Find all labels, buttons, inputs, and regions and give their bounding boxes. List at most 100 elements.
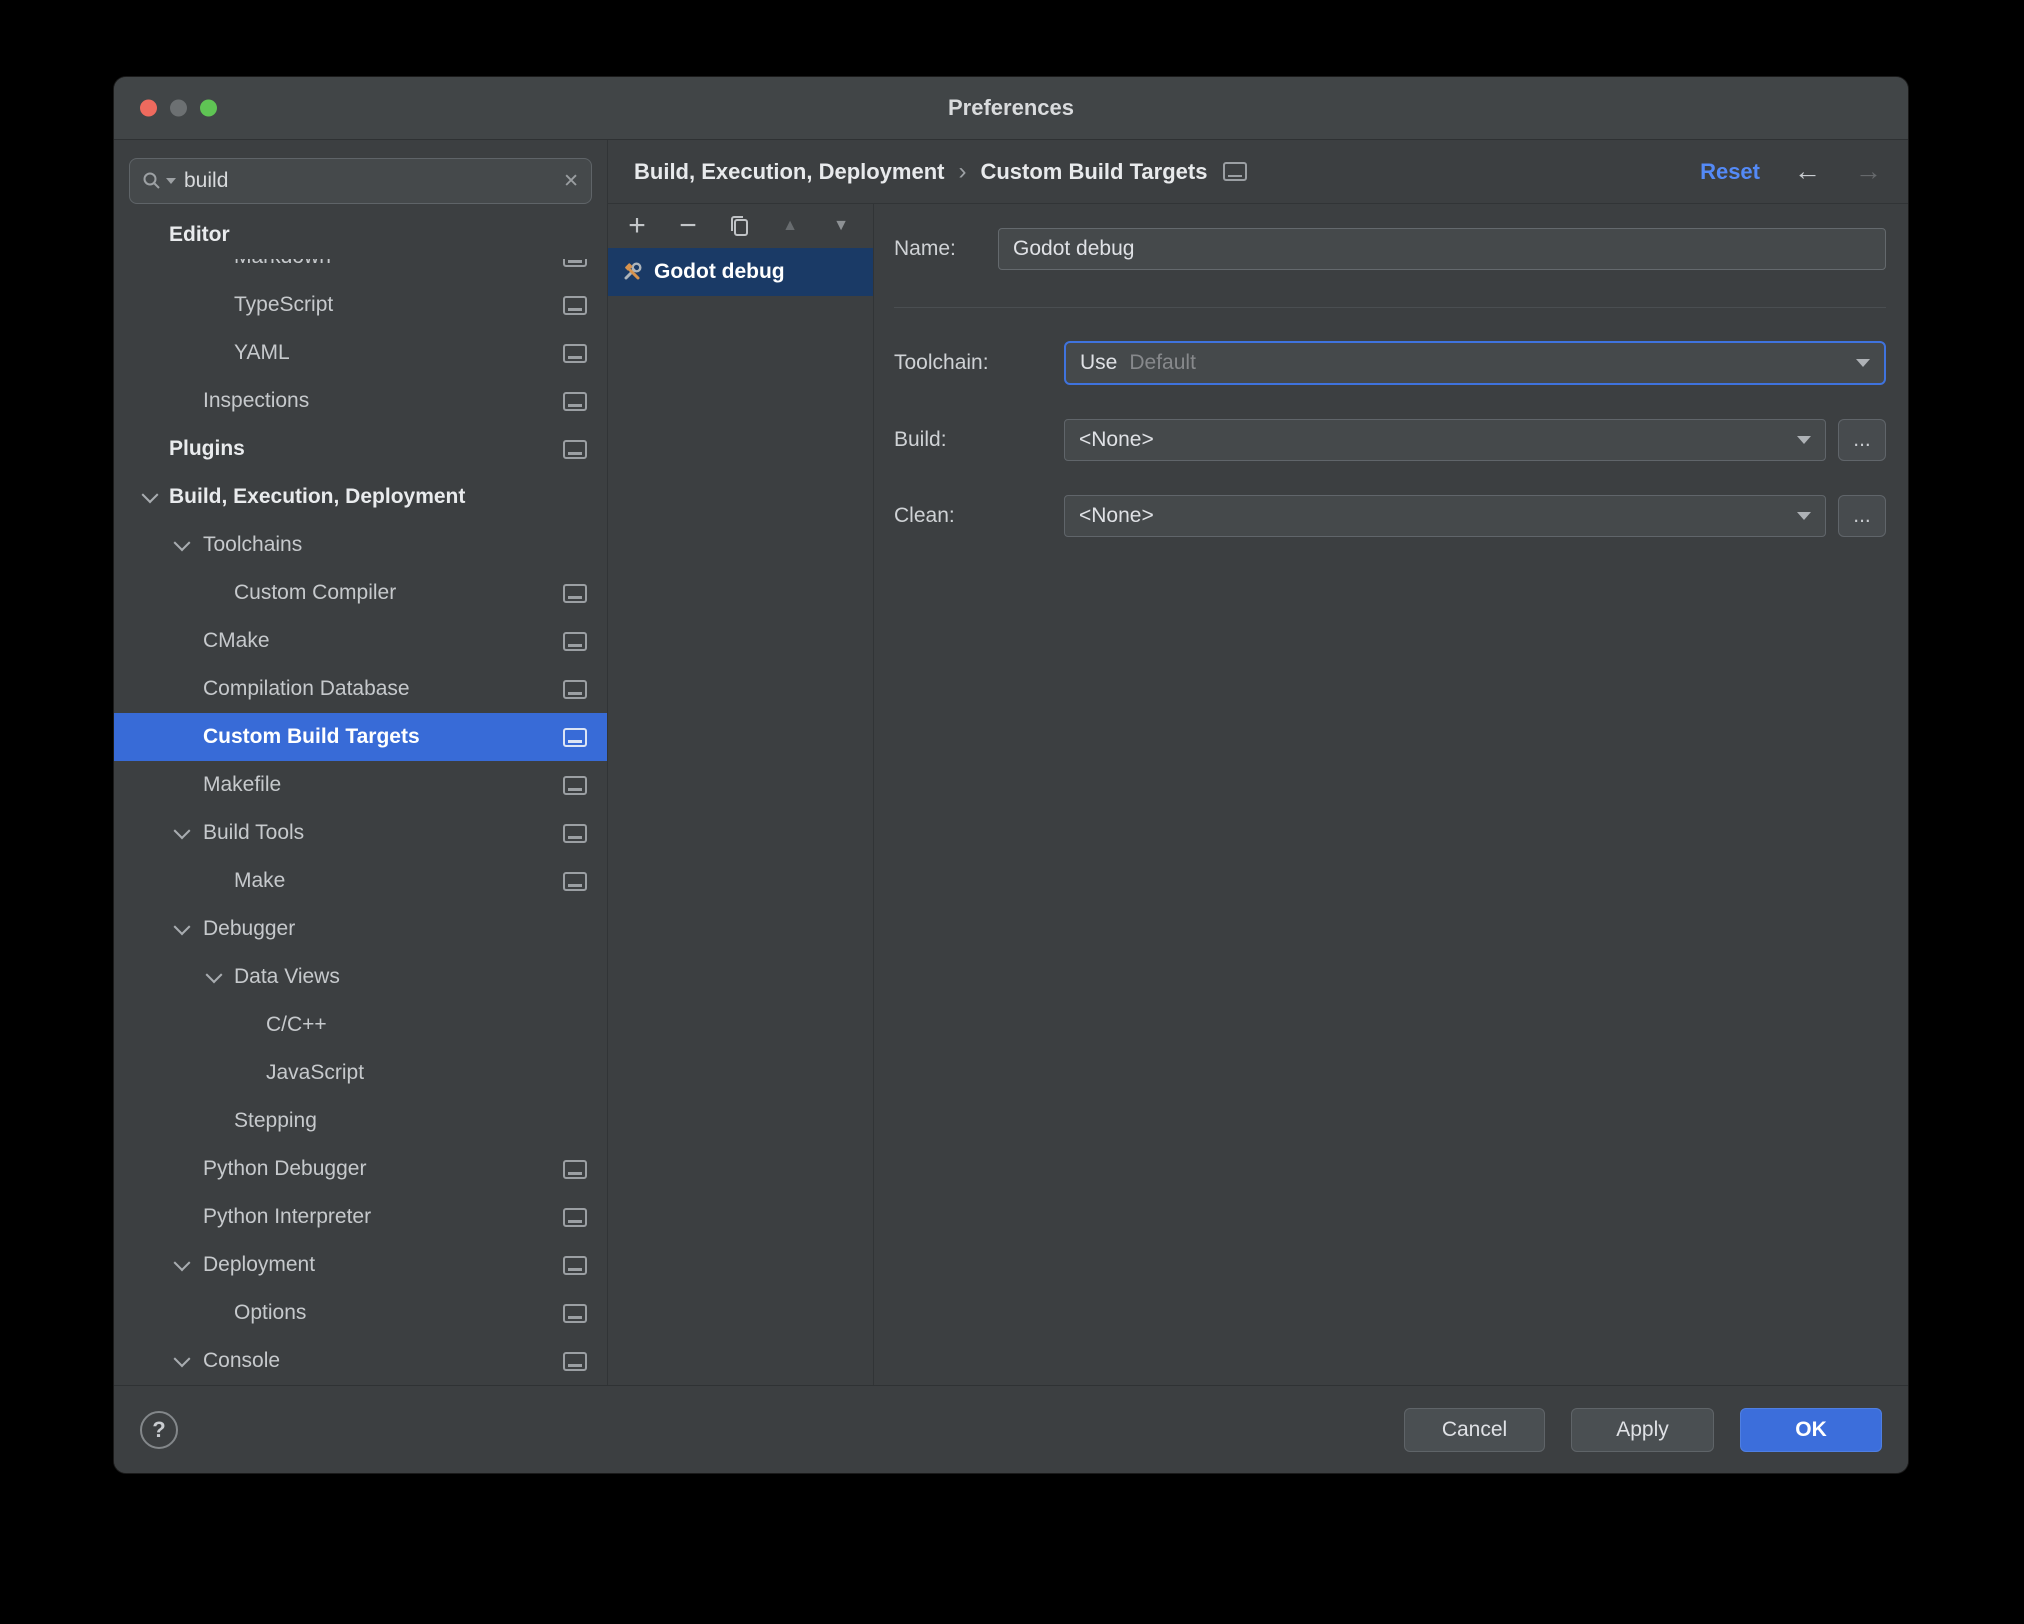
reset-link[interactable]: Reset: [1700, 159, 1760, 185]
build-select[interactable]: <None>: [1064, 419, 1826, 461]
settings-option-icon: [563, 823, 587, 843]
move-up-button: ▲: [782, 217, 798, 234]
toolchain-prefix: Use: [1080, 351, 1118, 374]
sidebar-item-typescript[interactable]: TypeScript: [114, 281, 607, 329]
form-divider: [894, 307, 1886, 308]
toolchain-select[interactable]: Use Default: [1064, 341, 1886, 385]
add-button[interactable]: +: [624, 211, 650, 241]
build-label: Build:: [894, 428, 947, 451]
search-icon: [143, 172, 160, 189]
settings-option-icon: [563, 1159, 587, 1179]
chevron-down-icon: [1797, 512, 1811, 520]
clean-label: Clean:: [894, 504, 955, 527]
settings-option-icon: [563, 1351, 587, 1371]
settings-option-icon: [563, 391, 587, 411]
target-list-item[interactable]: Godot debug: [608, 248, 873, 296]
zoom-button[interactable]: [200, 99, 217, 117]
target-item-label: Godot debug: [654, 260, 785, 283]
settings-option-icon: [563, 295, 587, 315]
window-title: Preferences: [948, 95, 1074, 120]
build-targets-panel: + − ▲ ▼ Godot debug: [608, 204, 874, 1385]
sidebar-item-cmake[interactable]: CMake: [114, 617, 607, 665]
settings-option-icon: [1223, 162, 1248, 181]
minimize-button: [170, 99, 187, 117]
toolchain-label: Toolchain:: [894, 351, 989, 374]
sidebar-item-toolchains[interactable]: Toolchains: [114, 521, 607, 569]
help-button[interactable]: ?: [140, 1410, 178, 1449]
search-history-icon[interactable]: [166, 178, 176, 184]
target-settings-form: Name: Toolchain: Use Default Build: <Non…: [874, 204, 1908, 1385]
breadcrumb-parent[interactable]: Build, Execution, Deployment: [634, 159, 944, 185]
chevron-down-icon[interactable]: [173, 534, 191, 552]
settings-option-icon: [563, 1207, 587, 1227]
traffic-lights: [140, 99, 217, 117]
sidebar-item-inspections[interactable]: Inspections: [114, 377, 607, 425]
settings-option-icon: [563, 871, 587, 891]
chevron-down-icon[interactable]: [173, 1254, 191, 1272]
chevron-down-icon: [1856, 359, 1870, 367]
chevron-down-icon: [1797, 436, 1811, 444]
breadcrumb: Build, Execution, Deployment › Custom Bu…: [608, 140, 1908, 204]
chevron-down-icon[interactable]: [205, 966, 223, 984]
clean-browse-button[interactable]: ...: [1838, 495, 1886, 537]
cancel-button[interactable]: Cancel: [1404, 1407, 1545, 1452]
settings-option-icon: [563, 775, 587, 795]
sidebar-item-python-debugger[interactable]: Python Debugger: [114, 1145, 607, 1193]
settings-option-icon: [563, 343, 587, 363]
toolchain-value: Default: [1129, 351, 1196, 374]
clean-value: <None>: [1079, 504, 1154, 527]
sidebar-item-makefile[interactable]: Makefile: [114, 761, 607, 809]
chevron-down-icon[interactable]: [173, 1350, 191, 1368]
sidebar-item-build-execution-deployment[interactable]: Build, Execution, Deployment: [114, 473, 607, 521]
remove-button[interactable]: −: [675, 211, 701, 241]
sidebar-item-debugger[interactable]: Debugger: [114, 905, 607, 953]
settings-tree: Editor Markdown TypeScript YAML Inspecti…: [114, 211, 607, 1385]
copy-button[interactable]: [726, 213, 752, 239]
breadcrumb-separator-icon: ›: [958, 157, 967, 185]
sidebar-item-make[interactable]: Make: [114, 857, 607, 905]
sidebar-item-javascript[interactable]: JavaScript: [114, 1049, 607, 1097]
ok-button[interactable]: OK: [1740, 1407, 1882, 1452]
settings-option-icon: [563, 679, 587, 699]
forward-arrow-icon: →: [1855, 156, 1882, 186]
sidebar-item-editor[interactable]: Editor: [114, 211, 607, 259]
build-tools-icon: [624, 262, 642, 280]
sidebar-item-python-interpreter[interactable]: Python Interpreter: [114, 1193, 607, 1241]
clear-search-icon[interactable]: ✕: [557, 170, 579, 193]
sidebar-item-yaml[interactable]: YAML: [114, 329, 607, 377]
targets-toolbar: + − ▲ ▼: [608, 204, 873, 248]
settings-sidebar: ✕ Editor Markdown TypeScript YAML: [114, 140, 608, 1385]
settings-option-icon: [563, 583, 587, 603]
breadcrumb-current: Custom Build Targets: [980, 158, 1208, 184]
sidebar-item-custom-build-targets[interactable]: Custom Build Targets: [114, 713, 607, 761]
preferences-window: Preferences ✕ Editor: [114, 77, 1908, 1473]
dialog-footer: ? Cancel Apply OK: [114, 1385, 1908, 1473]
copy-icon: [731, 216, 748, 236]
settings-option-icon: [563, 439, 587, 459]
sidebar-item-compilation-database[interactable]: Compilation Database: [114, 665, 607, 713]
close-button[interactable]: [140, 99, 157, 117]
name-input[interactable]: [998, 228, 1886, 270]
apply-button[interactable]: Apply: [1571, 1407, 1714, 1452]
chevron-down-icon[interactable]: [173, 918, 191, 936]
back-arrow-icon[interactable]: ←: [1794, 158, 1821, 185]
sidebar-item-options[interactable]: Options: [114, 1289, 607, 1337]
sidebar-item-plugins[interactable]: Plugins: [114, 425, 607, 473]
settings-option-icon: [563, 1303, 587, 1323]
chevron-down-icon[interactable]: [173, 822, 191, 840]
sidebar-item-console[interactable]: Console: [114, 1337, 607, 1385]
move-down-button: ▼: [833, 217, 849, 234]
title-bar: Preferences: [114, 77, 1908, 140]
sidebar-item-stepping[interactable]: Stepping: [114, 1097, 607, 1145]
sidebar-item-c-cpp[interactable]: C/C++: [114, 1001, 607, 1049]
sidebar-item-data-views[interactable]: Data Views: [114, 953, 607, 1001]
build-value: <None>: [1079, 428, 1154, 451]
search-input[interactable]: [182, 168, 552, 194]
build-browse-button[interactable]: ...: [1838, 419, 1886, 461]
sidebar-item-build-tools[interactable]: Build Tools: [114, 809, 607, 857]
sidebar-item-custom-compiler[interactable]: Custom Compiler: [114, 569, 607, 617]
chevron-down-icon[interactable]: [141, 486, 159, 504]
settings-search-box[interactable]: ✕: [129, 158, 592, 204]
clean-select[interactable]: <None>: [1064, 495, 1826, 537]
sidebar-item-deployment[interactable]: Deployment: [114, 1241, 607, 1289]
